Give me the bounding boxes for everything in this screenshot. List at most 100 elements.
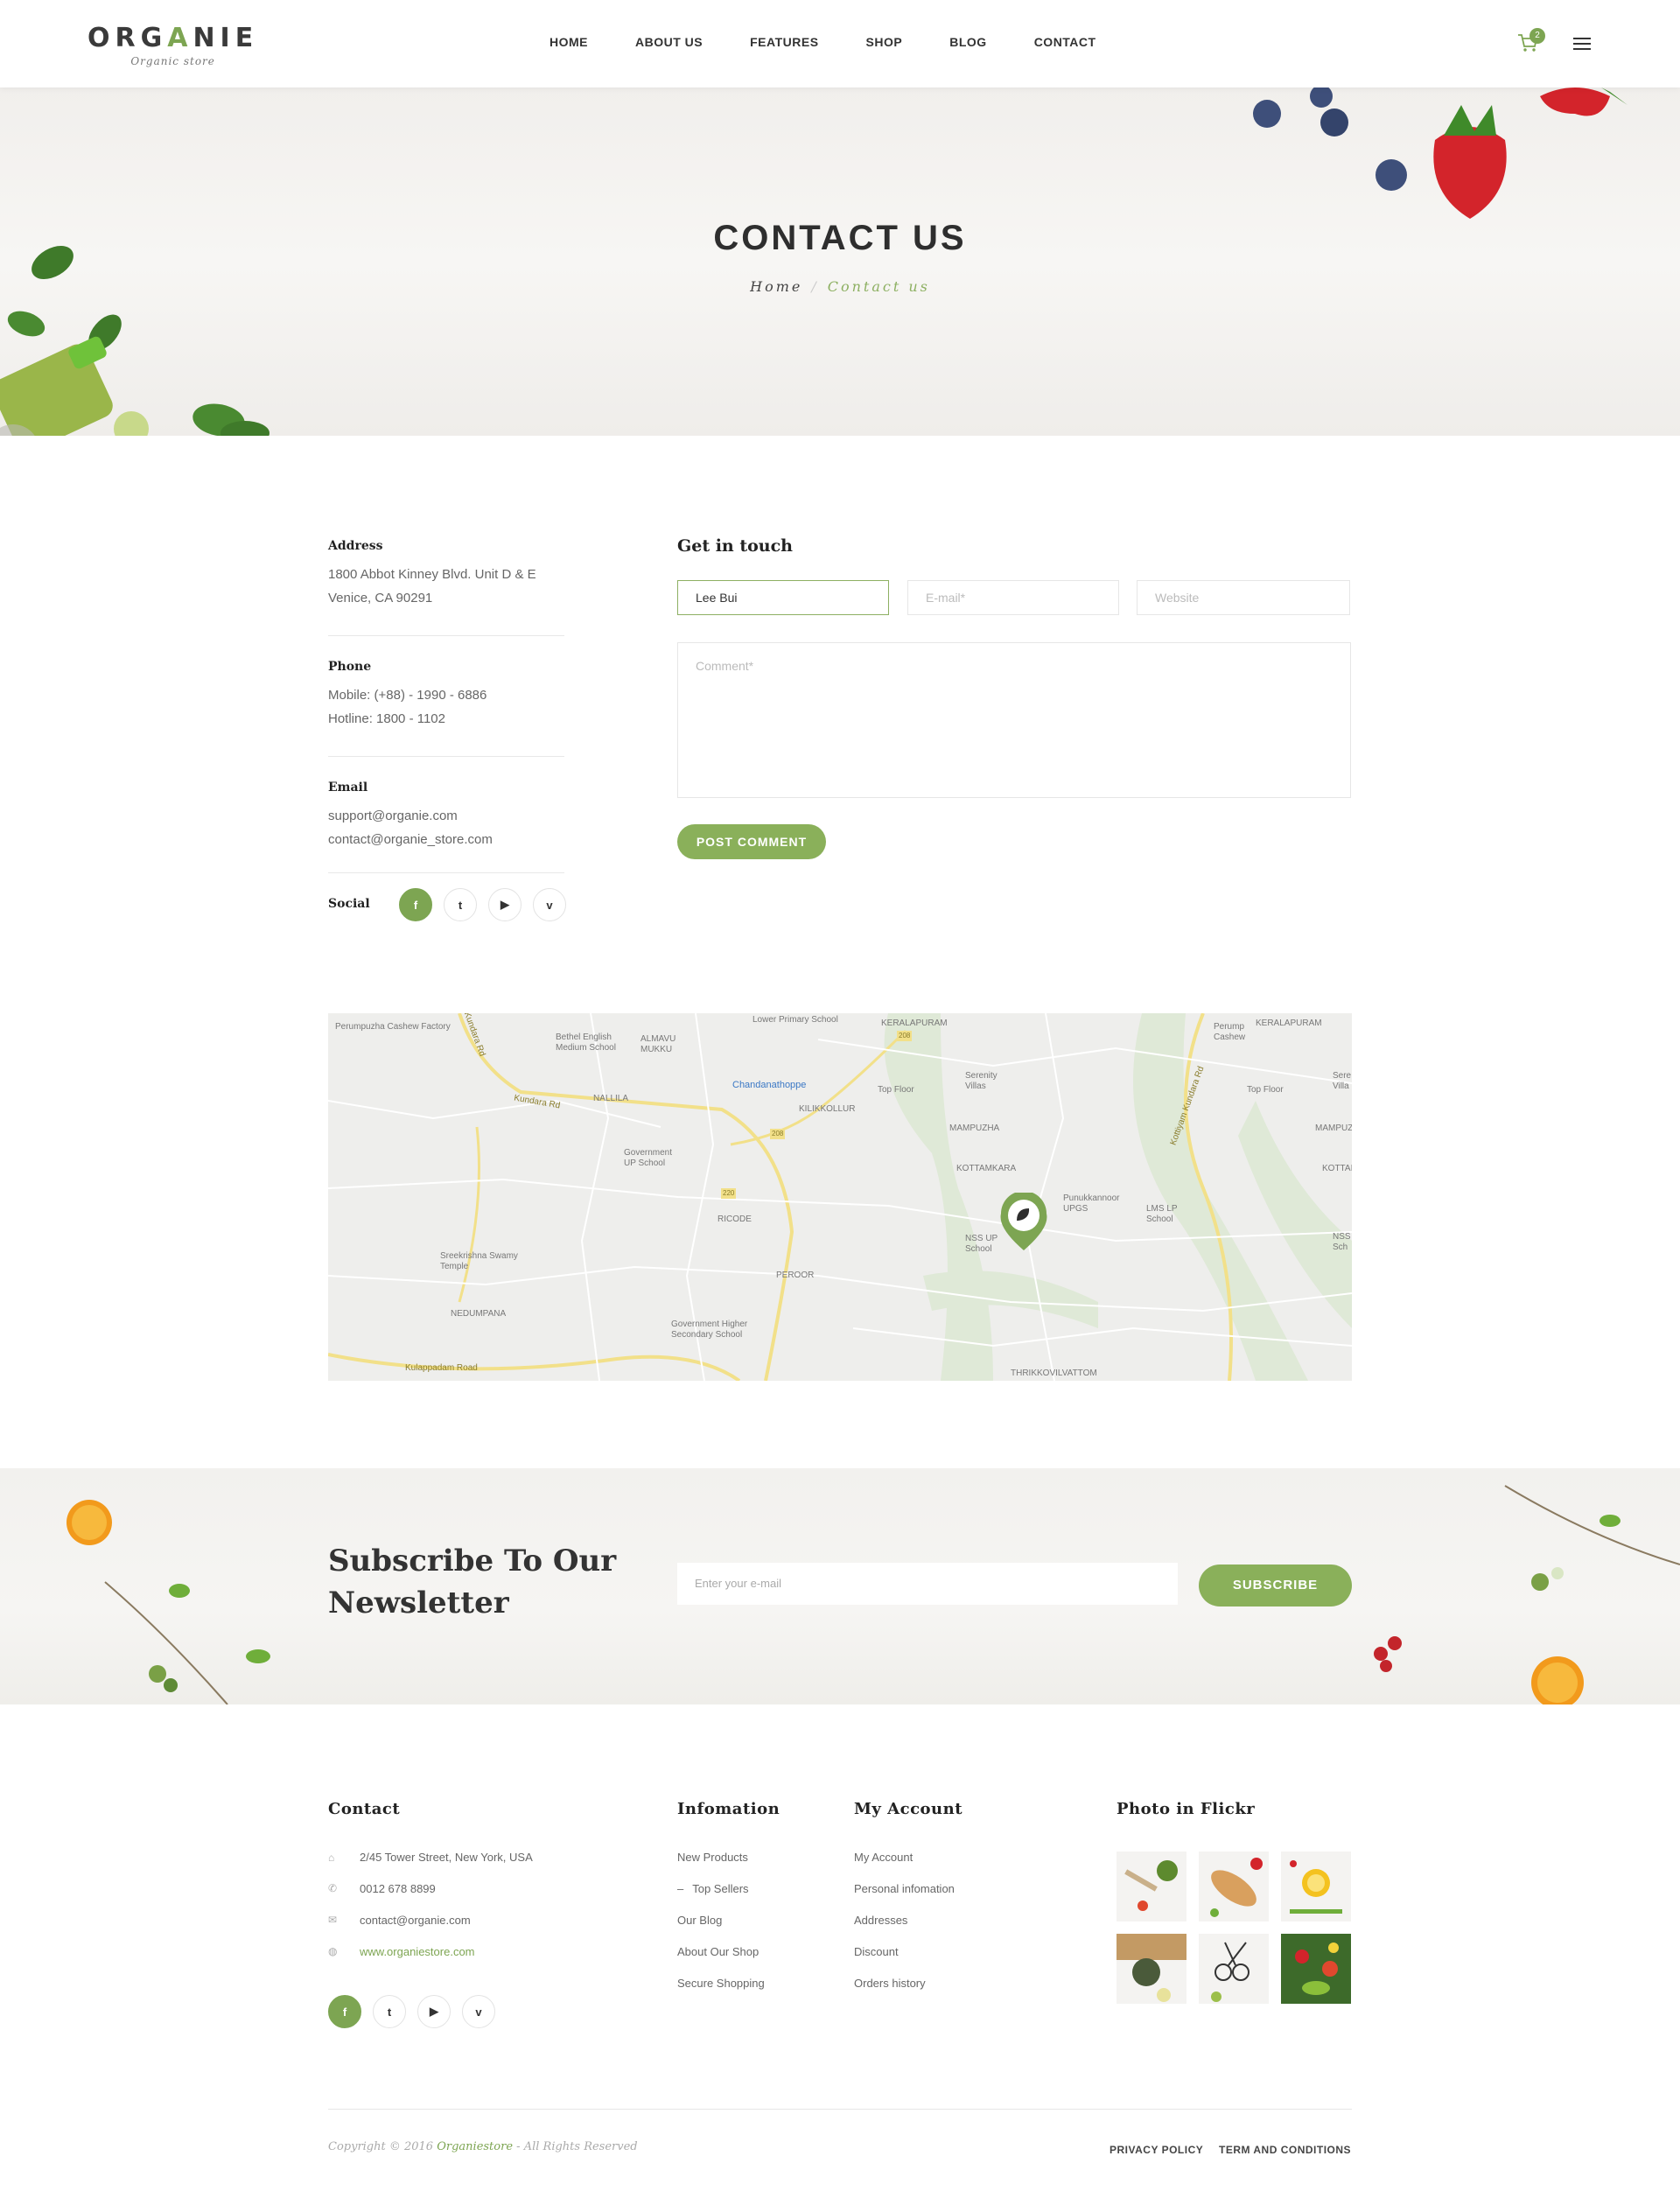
- flickr-photo[interactable]: [1116, 1934, 1186, 2004]
- vimeo-icon[interactable]: v: [462, 1995, 495, 2028]
- footer-link-discount[interactable]: Discount: [854, 1945, 899, 1958]
- address-text: 1800 Abbot Kinney Blvd. Unit D & E Venic…: [328, 563, 536, 610]
- map-label: MAMPUZ: [1315, 1124, 1352, 1133]
- flickr-photo[interactable]: [1281, 1934, 1351, 2004]
- facebook-icon[interactable]: f: [399, 888, 432, 921]
- breadcrumb-home[interactable]: Home: [750, 278, 802, 295]
- map-label: Serenity Villas: [965, 1071, 998, 1091]
- nav-shop[interactable]: SHOP: [866, 35, 903, 49]
- main-nav: HOME ABOUT US FEATURES SHOP BLOG CONTACT: [550, 35, 1144, 49]
- logo[interactable]: ORGANIE Organic store: [88, 23, 258, 67]
- footer-link-label: Top Sellers: [692, 1882, 749, 1895]
- terms-link[interactable]: TERM AND CONDITIONS: [1219, 2144, 1351, 2156]
- nav-home[interactable]: HOME: [550, 35, 588, 49]
- home-icon: ⌂: [328, 1852, 335, 1864]
- map-label: KERALAPURAM: [1256, 1018, 1322, 1028]
- page-banner: CONTACT US Home / Contact us: [0, 88, 1680, 436]
- flickr-photo[interactable]: [1199, 1852, 1269, 1922]
- hamburger-menu-icon[interactable]: [1573, 38, 1591, 50]
- map-label: Government UP School: [624, 1148, 673, 1168]
- page-title: CONTACT US: [713, 219, 967, 257]
- footer-account-title: My Account: [854, 1800, 963, 1818]
- email-field[interactable]: E-mail*: [907, 580, 1119, 615]
- social-label: Social: [328, 897, 370, 911]
- citrus-herb-decoration-image: [66, 1500, 270, 1704]
- privacy-policy-link[interactable]: PRIVACY POLICY: [1110, 2144, 1203, 2156]
- phone-icon: ✆: [328, 1882, 338, 1894]
- footer-link-personal-info[interactable]: Personal infomation: [854, 1882, 955, 1895]
- breadcrumb-current: Contact us: [827, 278, 930, 295]
- footer-link-my-account[interactable]: My Account: [854, 1851, 913, 1864]
- nav-about-us[interactable]: ABOUT US: [635, 35, 703, 49]
- site-header: ORGANIE Organic store HOME ABOUT US FEAT…: [0, 0, 1680, 88]
- footer-website-link[interactable]: www.organiestore.com: [360, 1945, 475, 1958]
- herbs-decoration-image: [0, 245, 270, 436]
- form-title: Get in touch: [677, 536, 793, 556]
- address-line-2: Venice, CA 90291: [328, 591, 433, 606]
- flickr-photo[interactable]: [1199, 1934, 1269, 2004]
- map-label: KOTTAMKARA: [956, 1164, 1017, 1173]
- nav-contact[interactable]: CONTACT: [1034, 35, 1096, 49]
- map-label: Bethel English Medium School: [556, 1032, 616, 1053]
- map-label: KERALAPURAM: [881, 1018, 948, 1028]
- nav-features[interactable]: FEATURES: [750, 35, 818, 49]
- footer-link-addresses[interactable]: Addresses: [854, 1914, 907, 1927]
- footer-link-secure-shopping[interactable]: Secure Shopping: [677, 1977, 765, 1990]
- email-text: support@organie.com contact@organie_stor…: [328, 804, 493, 851]
- comment-field[interactable]: Comment*: [677, 642, 1351, 798]
- youtube-icon[interactable]: ▶: [488, 888, 522, 921]
- phone-text: Mobile: (+88) - 1990 - 6886 Hotline: 180…: [328, 683, 486, 731]
- map-label: Top Floor: [1247, 1085, 1284, 1095]
- map-label: PEROOR: [776, 1270, 815, 1280]
- footer-social-links: f t ▶ v: [328, 1995, 507, 2028]
- footer-link-top-sellers[interactable]: – Top Sellers: [677, 1882, 749, 1895]
- map-road-number: 220: [721, 1188, 737, 1199]
- newsletter-title: Subscribe To Our Newsletter: [328, 1544, 617, 1620]
- map-label: ALMAVU MUKKU: [640, 1034, 676, 1054]
- footer-flickr-title: Photo in Flickr: [1116, 1800, 1256, 1818]
- phone-hotline: Hotline: 1800 - 1102: [328, 711, 445, 726]
- map-road-number: 208: [770, 1129, 786, 1139]
- breadcrumb: Home / Contact us: [0, 278, 1680, 295]
- vimeo-icon[interactable]: v: [533, 888, 566, 921]
- breadcrumb-separator: /: [811, 278, 819, 295]
- footer-info-title: Infomation: [677, 1800, 780, 1818]
- divider: [328, 635, 564, 636]
- twitter-icon[interactable]: t: [373, 1995, 406, 2028]
- map-label: Perumpuzha Cashew Factory: [335, 1022, 451, 1032]
- footer-link-orders-history[interactable]: Orders history: [854, 1977, 926, 1990]
- subscribe-button[interactable]: SUBSCRIBE: [1199, 1564, 1352, 1606]
- name-field[interactable]: Lee Bui: [677, 580, 889, 615]
- flickr-photo[interactable]: [1281, 1852, 1351, 1922]
- newsletter-section: Subscribe To Our Newsletter Enter your e…: [0, 1468, 1680, 1704]
- divider: [328, 756, 564, 757]
- footer-link-new-products[interactable]: New Products: [677, 1851, 748, 1864]
- berries-decoration-image: [1253, 88, 1628, 219]
- leaf-map-marker-icon[interactable]: [998, 1193, 1050, 1254]
- nav-blog[interactable]: BLOG: [949, 35, 986, 49]
- map-label: Lower Primary School: [752, 1015, 838, 1025]
- flickr-photo[interactable]: [1116, 1852, 1186, 1922]
- newsletter-email-input[interactable]: Enter your e-mail: [677, 1563, 1178, 1605]
- website-field[interactable]: Website: [1137, 580, 1350, 615]
- map-label: THRIKKOVILVATTOM: [1011, 1368, 1097, 1378]
- email-contact-link[interactable]: contact@organie_store.com: [328, 828, 493, 851]
- footer-link-about-shop[interactable]: About Our Shop: [677, 1945, 759, 1958]
- youtube-icon[interactable]: ▶: [417, 1995, 451, 2028]
- email-label: Email: [328, 780, 368, 794]
- footer-address: 2/45 Tower Street, New York, USA: [360, 1851, 533, 1864]
- cart-count-badge: 2: [1530, 28, 1545, 44]
- facebook-icon[interactable]: f: [328, 1995, 361, 2028]
- social-links: f t ▶ v: [399, 888, 578, 921]
- map-label: KILIKKOLLUR: [799, 1104, 856, 1114]
- footer-phone: 0012 678 8899: [360, 1882, 436, 1895]
- twitter-icon[interactable]: t: [444, 888, 477, 921]
- footer-email[interactable]: contact@organie.com: [360, 1914, 471, 1927]
- map-label: Punukkannoor UPGS: [1063, 1194, 1120, 1214]
- post-comment-button[interactable]: POST COMMENT: [677, 824, 826, 859]
- location-map[interactable]: Perumpuzha Cashew Factory Bethel English…: [328, 1013, 1352, 1381]
- email-support-link[interactable]: support@organie.com: [328, 804, 493, 828]
- phone-label: Phone: [328, 660, 372, 674]
- map-label: Sere Villa: [1333, 1071, 1352, 1091]
- footer-link-our-blog[interactable]: Our Blog: [677, 1914, 722, 1927]
